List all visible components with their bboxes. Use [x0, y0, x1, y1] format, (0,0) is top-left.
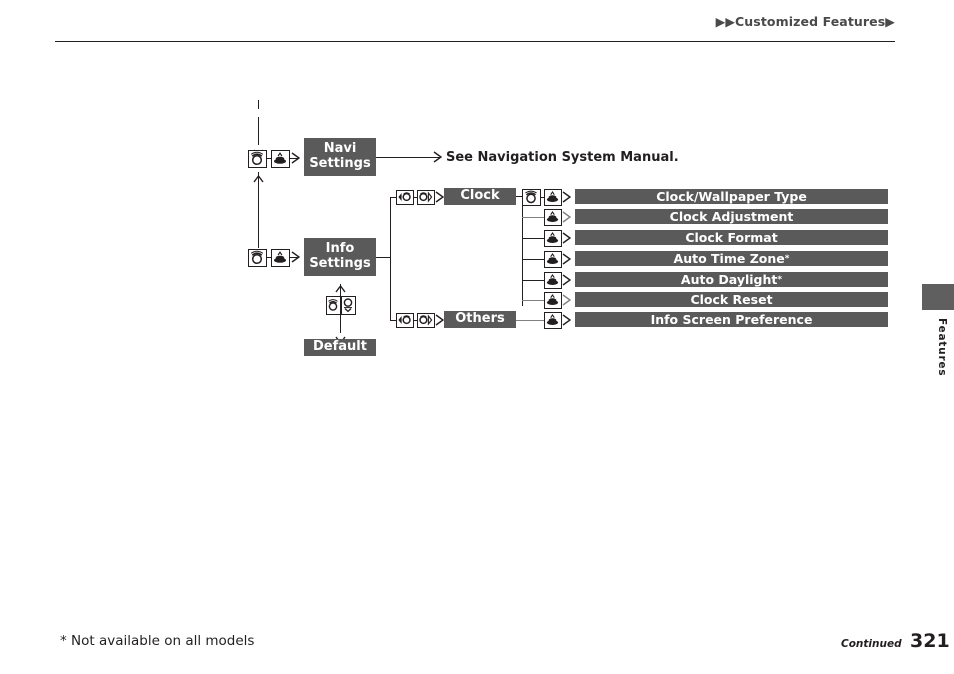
press-button-icon — [271, 249, 290, 267]
node-navi-settings[interactable]: Navi Settings — [304, 138, 376, 176]
menu-item-auto-time-zone[interactable]: Auto Time Zone * — [575, 251, 888, 266]
row2-arrowhead — [562, 211, 571, 223]
press-button-icon — [544, 230, 562, 247]
node-others-label: Others — [455, 311, 505, 327]
press-button-icon — [544, 312, 562, 329]
row6-branch — [522, 300, 544, 301]
entry-down-line — [258, 117, 259, 145]
menu-item-clock-wallpaper-type[interactable]: Clock/Wallpaper Type — [575, 189, 888, 204]
clock-arrowhead — [435, 191, 444, 203]
menu-item-clock-reset[interactable]: Clock Reset — [575, 292, 888, 307]
row4-branch — [522, 259, 544, 260]
row6-arrowhead — [562, 294, 571, 306]
menu-item-label: Clock Format — [685, 230, 778, 245]
row3-branch — [522, 238, 544, 239]
menu-item-label: Info Screen Preference — [650, 312, 813, 327]
navi-manual-note: See Navigation System Manual. — [446, 150, 679, 165]
node-info-settings-line1: Info — [325, 241, 355, 257]
node-navi-settings-line1: Navi — [323, 141, 357, 157]
menu-item-auto-daylight[interactable]: Auto Daylight * — [575, 272, 888, 287]
entry-stub-line — [258, 100, 259, 109]
menu-item-label: Clock Adjustment — [669, 209, 794, 224]
info-branch-stub — [376, 257, 390, 258]
menu-item-label: Clock Reset — [690, 292, 773, 307]
navi-note-arrowhead — [433, 151, 442, 163]
page-footnote: * Not available on all models — [60, 633, 255, 649]
menu-item-label: Auto Time Zone — [673, 251, 785, 266]
dial-knob-icon — [248, 150, 267, 168]
node-default[interactable]: Default — [304, 339, 376, 356]
dial-right-arrow-icon — [417, 313, 435, 328]
dial-left-arrow-icon — [396, 313, 414, 328]
row1-arrowhead — [562, 191, 571, 203]
dial-knob-icon — [326, 296, 341, 315]
navi-note-line — [376, 157, 440, 158]
node-clock[interactable]: Clock — [444, 188, 516, 205]
node-navi-settings-line2: Settings — [309, 156, 371, 171]
row4-arrowhead — [562, 253, 571, 265]
node-others[interactable]: Others — [444, 311, 516, 328]
menu-tree-diagram: Navi Settings See Navigation System Manu… — [0, 0, 954, 674]
others-subtree-line — [516, 320, 544, 321]
dial-down-arrow-icon — [341, 296, 356, 315]
press-button-icon — [544, 189, 562, 206]
row5-branch — [522, 280, 544, 281]
press-button-icon — [544, 251, 562, 268]
others-row-arrowhead — [562, 314, 571, 326]
press-button-icon — [271, 150, 290, 168]
dial-knob-icon — [522, 189, 541, 206]
dial-right-arrow-icon — [417, 190, 435, 205]
node-default-label: Default — [313, 339, 367, 355]
menu-item-label: Clock/Wallpaper Type — [656, 189, 807, 204]
clock-subtree-spine — [522, 196, 523, 306]
others-arrowhead — [435, 314, 444, 326]
press-button-icon — [544, 292, 562, 309]
node-clock-label: Clock — [460, 188, 500, 204]
up-arrow-navi — [253, 168, 264, 187]
navi-arrowhead — [291, 152, 300, 164]
row2-branch — [522, 217, 544, 218]
info-arrowhead — [291, 251, 300, 263]
menu-item-info-screen-preference[interactable]: Info Screen Preference — [575, 312, 888, 327]
menu-item-clock-adjustment[interactable]: Clock Adjustment — [575, 209, 888, 224]
info-branch-spine — [390, 197, 391, 321]
dial-knob-icon — [248, 249, 267, 267]
page-number: 321 — [910, 630, 950, 652]
menu-item-label: Auto Daylight — [680, 272, 778, 287]
press-button-icon — [544, 209, 562, 226]
up-arrow-default — [335, 278, 346, 297]
row5-arrowhead — [562, 274, 571, 286]
press-button-icon — [544, 272, 562, 289]
node-info-settings[interactable]: Info Settings — [304, 238, 376, 276]
node-info-settings-line2: Settings — [309, 256, 371, 271]
row3-arrowhead — [562, 232, 571, 244]
dial-left-arrow-icon — [396, 190, 414, 205]
continued-label: Continued — [841, 638, 902, 650]
menu-item-clock-format[interactable]: Clock Format — [575, 230, 888, 245]
